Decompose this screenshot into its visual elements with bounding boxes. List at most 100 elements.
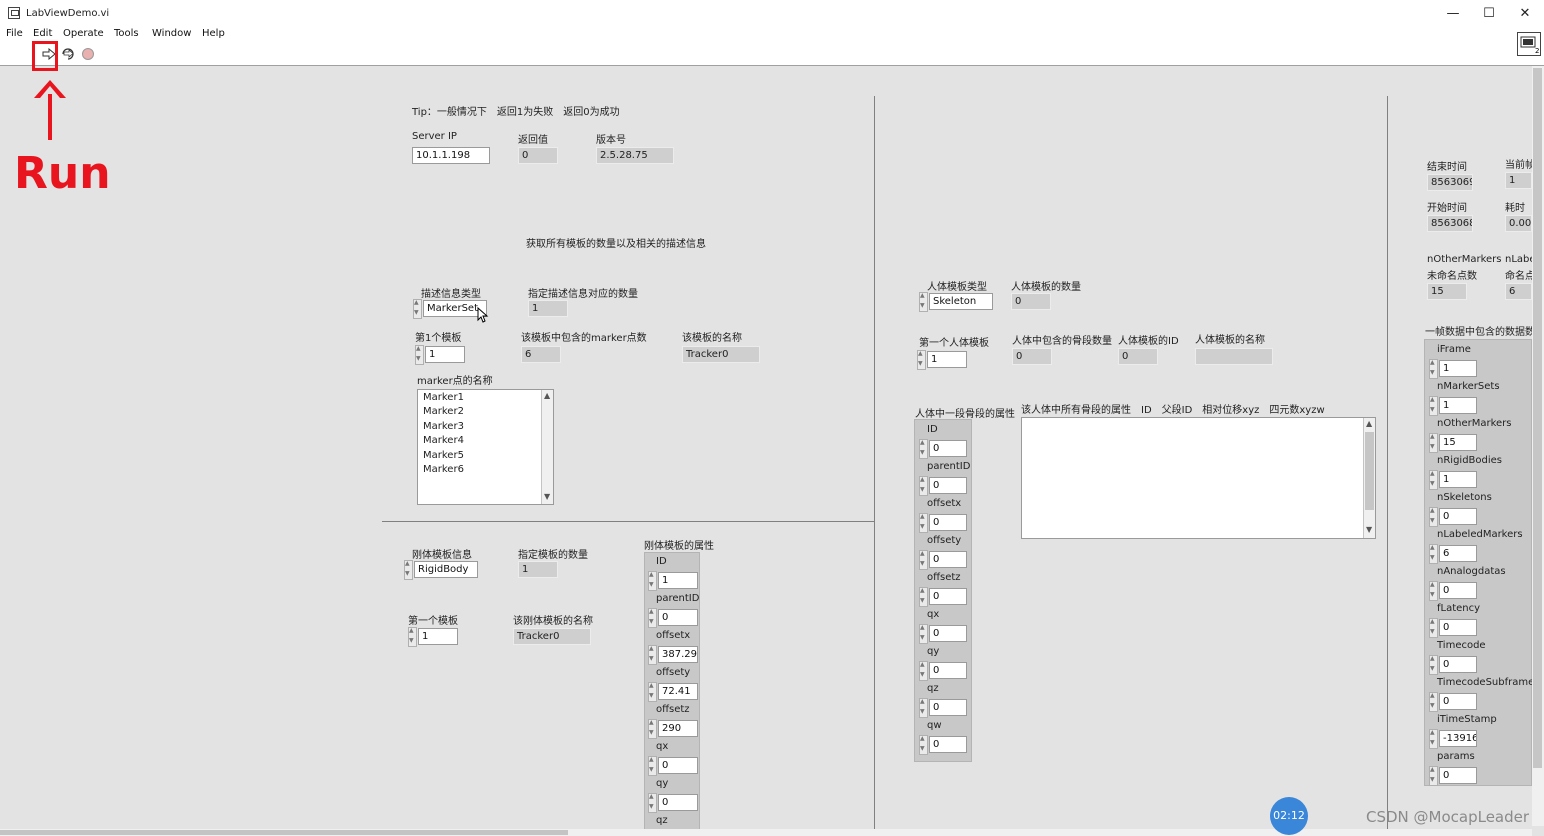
scroll-thumb[interactable] xyxy=(1365,432,1374,510)
all-segments-table[interactable]: ▲ ▼ xyxy=(1021,417,1376,539)
rigid-info-stepper[interactable] xyxy=(404,560,413,580)
minimize-icon[interactable]: — xyxy=(1444,6,1462,22)
run-continuously-icon[interactable] xyxy=(61,47,75,61)
skeleton-type-ring[interactable]: Skeleton xyxy=(929,293,993,310)
prop-input[interactable]: 0 xyxy=(929,514,967,531)
prop-stepper[interactable] xyxy=(919,624,928,644)
rigid-first-input[interactable]: 1 xyxy=(418,628,458,645)
prop-stepper[interactable] xyxy=(1429,729,1438,749)
scroll-up-icon[interactable]: ▲ xyxy=(544,391,550,400)
prop-input[interactable]: 0 xyxy=(658,757,698,774)
prop-input[interactable]: 0 xyxy=(929,736,967,753)
prop-label: qy xyxy=(656,778,669,789)
prop-input[interactable]: 1 xyxy=(1439,360,1477,377)
prop-input[interactable]: -13916 xyxy=(1439,730,1477,747)
menu-tools[interactable]: Tools xyxy=(114,28,139,39)
prop-stepper[interactable] xyxy=(648,682,657,702)
prop-stepper[interactable] xyxy=(919,587,928,607)
prop-stepper[interactable] xyxy=(919,735,928,755)
list-item[interactable]: Marker1 xyxy=(423,392,464,403)
rigid-info-ring[interactable]: RigidBody xyxy=(414,561,478,578)
prop-input[interactable]: 1 xyxy=(1439,471,1477,488)
desc-count-indicator: 1 xyxy=(528,300,568,317)
prop-stepper[interactable] xyxy=(1429,470,1438,490)
prop-input[interactable]: 290 xyxy=(658,720,698,737)
prop-input[interactable]: 0 xyxy=(1439,508,1477,525)
prop-stepper[interactable] xyxy=(1429,396,1438,416)
prop-input[interactable]: 6 xyxy=(1439,545,1477,562)
prop-stepper[interactable] xyxy=(919,513,928,533)
prop-input[interactable]: 0 xyxy=(929,477,967,494)
table-scrollbar[interactable]: ▲ ▼ xyxy=(1363,418,1375,538)
prop-stepper[interactable] xyxy=(1429,655,1438,675)
prop-stepper[interactable] xyxy=(648,719,657,739)
prop-input[interactable]: 0 xyxy=(1439,693,1477,710)
prop-input[interactable]: 1 xyxy=(1439,397,1477,414)
prop-input[interactable]: 72.41 xyxy=(658,683,698,700)
prop-stepper[interactable] xyxy=(648,793,657,813)
prop-stepper[interactable] xyxy=(648,608,657,628)
prop-stepper[interactable] xyxy=(1429,581,1438,601)
prop-input[interactable]: 0 xyxy=(929,588,967,605)
menu-edit[interactable]: Edit xyxy=(33,28,52,39)
prop-input[interactable]: 0 xyxy=(1439,656,1477,673)
prop-stepper[interactable] xyxy=(1429,618,1438,638)
scroll-down-icon[interactable]: ▼ xyxy=(1366,525,1372,534)
prop-input[interactable]: 1 xyxy=(658,572,698,589)
menu-window[interactable]: Window xyxy=(152,28,191,39)
listbox-scrollbar[interactable]: ▲ ▼ xyxy=(541,390,553,504)
menu-operate[interactable]: Operate xyxy=(63,28,104,39)
prop-input[interactable]: 0 xyxy=(1439,767,1477,784)
prop-stepper[interactable] xyxy=(1429,692,1438,712)
list-item[interactable]: Marker3 xyxy=(423,421,464,432)
list-item[interactable]: Marker6 xyxy=(423,464,464,475)
horizontal-scroll-thumb[interactable] xyxy=(0,830,568,835)
prop-stepper[interactable] xyxy=(919,698,928,718)
first-template-input[interactable]: 1 xyxy=(425,346,465,363)
list-item[interactable]: Marker4 xyxy=(423,435,464,446)
prop-input[interactable]: 0 xyxy=(658,609,698,626)
desc-type-label: 描述信息类型 xyxy=(421,289,481,300)
prop-input[interactable]: 0 xyxy=(929,699,967,716)
prop-stepper[interactable] xyxy=(1429,433,1438,453)
menu-help[interactable]: Help xyxy=(202,28,225,39)
prop-input[interactable]: 0 xyxy=(929,625,967,642)
first-template-stepper[interactable] xyxy=(415,345,424,365)
prop-input[interactable]: 15 xyxy=(1439,434,1477,451)
prop-stepper[interactable] xyxy=(919,476,928,496)
list-item[interactable]: Marker5 xyxy=(423,450,464,461)
prop-input[interactable]: 0 xyxy=(658,794,698,811)
prop-stepper[interactable] xyxy=(1429,766,1438,786)
prop-input[interactable]: 0 xyxy=(1439,619,1477,636)
skeleton-type-stepper[interactable] xyxy=(919,292,928,312)
list-item[interactable]: Marker2 xyxy=(423,406,464,417)
svg-text:2: 2 xyxy=(1535,47,1539,55)
rigid-first-stepper[interactable] xyxy=(408,627,417,647)
prop-stepper[interactable] xyxy=(919,661,928,681)
prop-stepper[interactable] xyxy=(919,439,928,459)
prop-stepper[interactable] xyxy=(1429,544,1438,564)
prop-input[interactable]: 0 xyxy=(1439,582,1477,599)
prop-input[interactable]: 0 xyxy=(929,551,967,568)
vertical-scroll-thumb[interactable] xyxy=(1533,68,1542,768)
prop-stepper[interactable] xyxy=(648,571,657,591)
skeleton-first-stepper[interactable] xyxy=(917,350,926,370)
scroll-up-icon[interactable]: ▲ xyxy=(1366,419,1372,428)
prop-stepper[interactable] xyxy=(1429,359,1438,379)
marker-names-listbox[interactable]: Marker1 Marker2 Marker3 Marker4 Marker5 … xyxy=(417,389,554,505)
abort-execution-icon[interactable] xyxy=(81,47,95,61)
scroll-down-icon[interactable]: ▼ xyxy=(544,492,550,501)
prop-stepper[interactable] xyxy=(648,756,657,776)
prop-stepper[interactable] xyxy=(919,550,928,570)
server-ip-input[interactable]: 10.1.1.198 xyxy=(412,147,490,164)
desc-type-stepper[interactable] xyxy=(413,299,422,319)
prop-stepper[interactable] xyxy=(1429,507,1438,527)
maximize-icon[interactable]: ☐ xyxy=(1480,6,1498,22)
menu-file[interactable]: File xyxy=(6,28,23,39)
skeleton-first-input[interactable]: 1 xyxy=(927,351,967,368)
prop-stepper[interactable] xyxy=(648,645,657,665)
prop-input[interactable]: 0 xyxy=(929,662,967,679)
prop-input[interactable]: 387.299 xyxy=(658,646,698,663)
prop-input[interactable]: 0 xyxy=(929,440,967,457)
close-icon[interactable]: ✕ xyxy=(1516,6,1534,22)
